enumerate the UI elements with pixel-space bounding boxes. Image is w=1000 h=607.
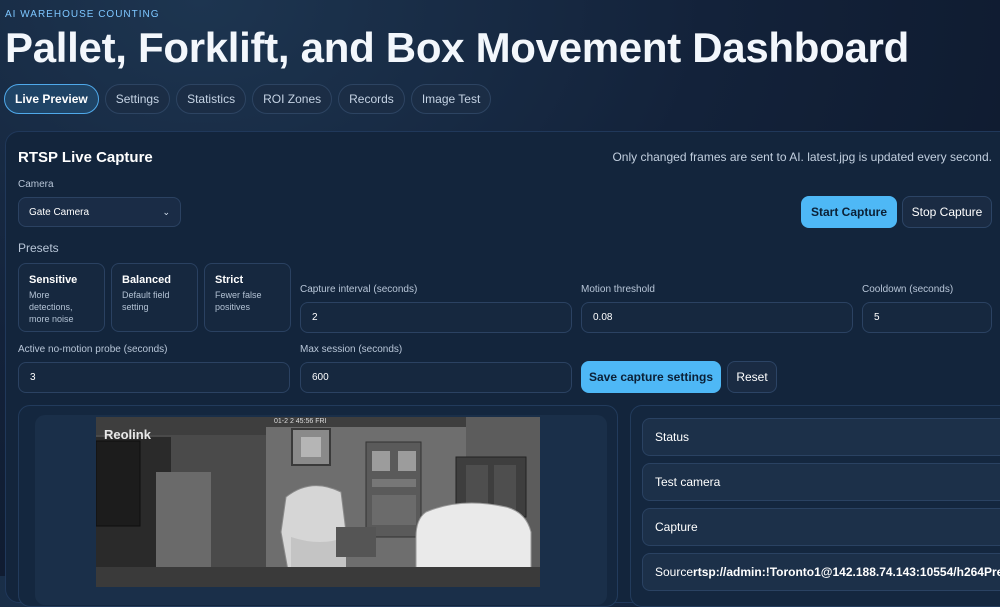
reset-button[interactable]: Reset bbox=[727, 361, 777, 393]
preset-description: Default field setting bbox=[122, 290, 170, 312]
page-title: Pallet, Forklift, and Box Movement Dashb… bbox=[5, 24, 909, 71]
tab-image-test[interactable]: Image Test bbox=[410, 84, 492, 114]
source-label: Source bbox=[655, 565, 694, 579]
tab-records[interactable]: Records bbox=[338, 84, 405, 114]
camera-timestamp: 01-2 2 45:56 FRI bbox=[274, 418, 327, 425]
test-camera-row[interactable]: Test camera bbox=[642, 463, 1000, 501]
app-eyebrow: AI WAREHOUSE COUNTING bbox=[5, 9, 160, 20]
motion-threshold-label: Motion threshold bbox=[581, 284, 655, 295]
preset-description: Fewer false positives bbox=[215, 290, 262, 312]
preset-strict[interactable]: Strict Fewer false positives bbox=[204, 263, 291, 332]
camera-select-value: Gate Camera bbox=[29, 206, 90, 218]
source-row: Source rtsp://admin:!Toronto1@142.188.74.… bbox=[642, 553, 1000, 591]
stop-capture-button[interactable]: Stop Capture bbox=[902, 196, 992, 228]
room-scene-illustration: Reolink 01-2 2 45:56 FRI bbox=[96, 417, 540, 587]
preset-title: Strict bbox=[215, 274, 244, 286]
preset-balanced[interactable]: Balanced Default field setting bbox=[111, 263, 198, 332]
cooldown-input[interactable]: 5 bbox=[862, 302, 992, 333]
preset-title: Sensitive bbox=[29, 274, 78, 286]
camera-label: Camera bbox=[18, 179, 54, 190]
camera-preview-image: Reolink 01-2 2 45:56 FRI bbox=[96, 417, 540, 587]
start-capture-button[interactable]: Start Capture bbox=[801, 196, 897, 228]
camera-select[interactable]: Gate Camera ⌄ bbox=[18, 197, 181, 227]
probe-label: Active no-motion probe (seconds) bbox=[18, 344, 168, 355]
camera-brand-watermark: Reolink bbox=[104, 427, 152, 442]
capture-row[interactable]: Capture bbox=[642, 508, 1000, 546]
chevron-down-icon: ⌄ bbox=[162, 206, 170, 217]
max-session-input[interactable]: 600 bbox=[300, 362, 572, 393]
preset-description: More detections, more noise bbox=[29, 290, 74, 324]
capture-hint: Only changed frames are sent to AI. late… bbox=[612, 150, 992, 164]
preset-sensitive[interactable]: Sensitive More detections, more noise bbox=[18, 263, 105, 332]
tab-roi-zones[interactable]: ROI Zones bbox=[252, 84, 333, 114]
save-capture-settings-button[interactable]: Save capture settings bbox=[581, 361, 721, 393]
capture-card-title: RTSP Live Capture bbox=[18, 149, 153, 166]
tab-statistics[interactable]: Statistics bbox=[176, 84, 247, 114]
tab-bar: Live Preview Settings Statistics ROI Zon… bbox=[4, 84, 492, 114]
capture-interval-label: Capture interval (seconds) bbox=[300, 284, 418, 295]
max-session-label: Max session (seconds) bbox=[300, 344, 403, 355]
cooldown-label: Cooldown (seconds) bbox=[862, 284, 954, 295]
source-url: rtsp://admin:!Toronto1@142.188.74.143:10… bbox=[693, 565, 1000, 579]
tab-settings[interactable]: Settings bbox=[104, 84, 171, 114]
status-row[interactable]: Status bbox=[642, 418, 1000, 456]
motion-threshold-input[interactable]: 0.08 bbox=[581, 302, 853, 333]
presets-label: Presets bbox=[18, 241, 59, 255]
preset-title: Balanced bbox=[122, 274, 171, 286]
probe-input[interactable]: 3 bbox=[18, 362, 290, 393]
tab-live-preview[interactable]: Live Preview bbox=[4, 84, 99, 114]
capture-interval-input[interactable]: 2 bbox=[300, 302, 572, 333]
